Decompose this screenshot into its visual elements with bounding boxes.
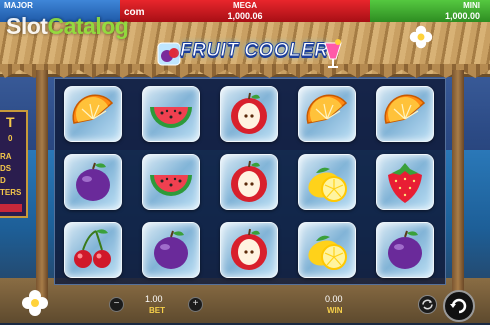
reel-symbol-watermelon: [139, 83, 203, 145]
reel-symbol-plum: [373, 219, 437, 281]
side-panel-line: 0: [8, 134, 13, 143]
hut-post-left: [36, 70, 48, 300]
jackpot-mega: MEGA 1,000.06: [120, 0, 370, 22]
bottom-bar: − 1.00 BET + 0.00 WIN: [0, 289, 490, 323]
reel-grid: [54, 78, 446, 285]
minus-icon: −: [113, 298, 120, 309]
reel-symbol-orange: [373, 83, 437, 145]
reel-symbol-apple: [217, 151, 281, 213]
plus-icon: +: [192, 298, 199, 309]
slotcatalog-watermark: SlotCatalog: [6, 13, 129, 40]
win-value: 0.00: [325, 294, 343, 304]
game-logo: FRUIT COOLER: [150, 37, 342, 71]
reel-symbol-strawberry: [373, 151, 437, 213]
reel-symbol-watermelon: [139, 151, 203, 213]
plum-icon: [76, 162, 110, 201]
jackpot-mega-value: 1,000.06: [227, 11, 263, 21]
jackpot-mini-value: 1,000.00: [444, 11, 480, 21]
orange-icon: [72, 94, 114, 124]
reel-symbol-apple: [217, 83, 281, 145]
orange-icon: [306, 94, 348, 124]
jackpot-mega-label: MEGA: [233, 1, 257, 10]
watermelon-icon: [150, 175, 192, 196]
reel-symbol-plum: [61, 151, 125, 213]
autoplay-icon: [422, 299, 433, 310]
bet-decrease-button[interactable]: −: [109, 297, 124, 312]
jackpot-mini: MINI 1,000.00: [370, 0, 490, 22]
spin-button[interactable]: [443, 290, 475, 322]
plum-icon: [154, 230, 188, 269]
reel-symbol-cherries: [61, 219, 125, 281]
side-panel-line: DS: [0, 164, 12, 173]
lemon-icon: [308, 235, 347, 270]
flower-icon: [22, 290, 48, 316]
reel-symbol-apple: [217, 219, 281, 281]
reel-symbol-lemon: [295, 151, 359, 213]
watermelon-icon: [150, 107, 192, 128]
orange-icon: [384, 94, 426, 124]
apple-icon: [231, 160, 267, 202]
cocktail-icon: [324, 39, 342, 68]
side-panel-line: D: [0, 176, 6, 185]
plum-icon: [388, 230, 422, 269]
strawberry-icon: [388, 163, 422, 203]
info-side-panel: T 0 RA DS D TERS: [0, 110, 28, 218]
reel-symbol-plum: [139, 219, 203, 281]
hut-post-right: [452, 70, 464, 300]
bet-label: BET: [149, 306, 165, 315]
autoplay-button[interactable]: [418, 295, 437, 314]
logo-text: FRUIT COOLER: [180, 40, 329, 62]
bet-increase-button[interactable]: +: [188, 297, 203, 312]
apple-icon: [231, 92, 267, 134]
jackpot-mini-label: MINI: [463, 1, 480, 10]
side-panel-red-bar: [0, 204, 22, 212]
cherries-icon: [74, 229, 111, 268]
flower-icon: [409, 25, 433, 49]
win-label: WIN: [327, 306, 343, 315]
jackpot-major-label: MAJOR: [4, 1, 33, 10]
bet-value: 1.00: [145, 294, 163, 304]
watermark-part-a: Slot: [6, 13, 48, 39]
reel-symbol-orange: [61, 83, 125, 145]
side-panel-line: TERS: [0, 188, 22, 197]
reel-symbol-lemon: [295, 219, 359, 281]
side-panel-line: RA: [0, 152, 12, 161]
watermark-part-b: Catalog: [47, 13, 129, 39]
side-panel-title: T: [6, 114, 15, 130]
reel-symbol-orange: [295, 83, 359, 145]
apple-icon: [231, 228, 267, 270]
spin-icon: [450, 298, 467, 314]
lemon-icon: [308, 167, 347, 202]
